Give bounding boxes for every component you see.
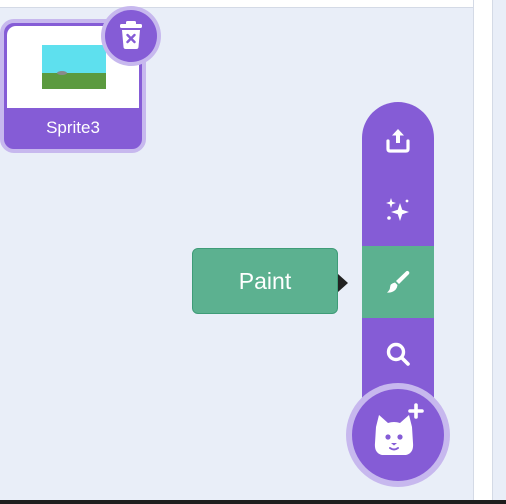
stage-panel-edge (473, 0, 493, 504)
upload-icon (386, 129, 410, 153)
search-icon (386, 342, 410, 366)
cat-add-icon (374, 403, 424, 455)
delete-sprite-button[interactable] (101, 6, 161, 66)
paintbrush-icon (387, 270, 410, 293)
search-sprite-button[interactable] (362, 318, 434, 390)
sprite-thumbnail (42, 45, 106, 89)
tooltip-arrow (338, 274, 348, 292)
sparkles-icon (386, 198, 409, 221)
choose-sprite-button[interactable] (346, 383, 450, 487)
surprise-sprite-button[interactable] (362, 174, 434, 246)
top-border-strip (0, 0, 475, 8)
bottom-border (0, 500, 506, 504)
sprite-name-label: Sprite3 (46, 118, 100, 137)
paint-tooltip: Paint (192, 248, 338, 314)
paint-sprite-button[interactable] (362, 246, 434, 318)
trash-icon (120, 21, 142, 49)
upload-sprite-button[interactable] (362, 104, 434, 176)
